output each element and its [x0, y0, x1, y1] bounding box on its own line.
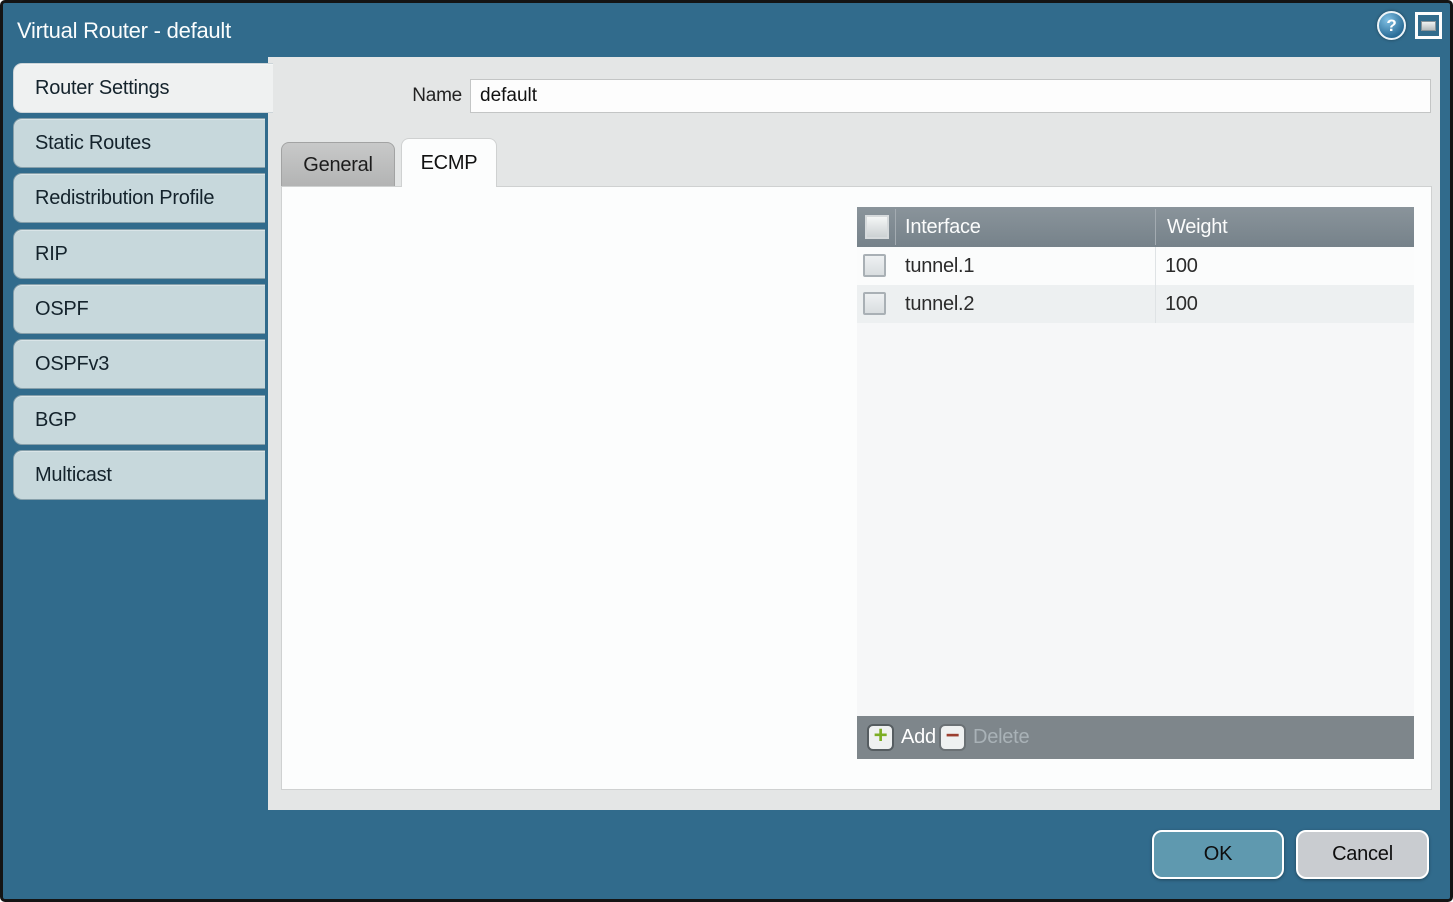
select-all-checkbox[interactable] [865, 215, 889, 239]
sidebar-item-static-routes[interactable]: Static Routes [13, 118, 265, 168]
name-label: Name [330, 79, 462, 113]
window-restore-icon[interactable] [1415, 12, 1442, 39]
cell-divider [1155, 285, 1156, 323]
header-divider [895, 209, 896, 245]
sidebar-item-redistribution-profile[interactable]: Redistribution Profile [13, 173, 265, 223]
table-row[interactable]: tunnel.1 100 [857, 247, 1414, 285]
help-icon[interactable] [1377, 11, 1406, 40]
sidebar-item-bgp[interactable]: BGP [13, 395, 265, 445]
cancel-button[interactable]: Cancel [1296, 830, 1429, 879]
cell-interface: tunnel.2 [905, 285, 974, 323]
interface-table: Interface Weight tunnel.1 100 tunnel.2 1… [857, 207, 1414, 759]
delete-button[interactable]: Delete [973, 716, 1029, 759]
tab-general[interactable]: General [281, 142, 395, 187]
cell-divider [1155, 247, 1156, 285]
title-bar: Virtual Router - default [3, 3, 1450, 58]
dialog-title: Virtual Router - default [17, 3, 231, 58]
table-empty-area [857, 323, 1414, 716]
header-divider [1155, 209, 1156, 245]
delete-icon[interactable] [939, 724, 966, 751]
cell-interface: tunnel.1 [905, 247, 974, 285]
tab-ecmp[interactable]: ECMP [401, 138, 497, 187]
table-footer: Add Delete [857, 716, 1414, 759]
name-input[interactable] [470, 79, 1431, 113]
row-checkbox[interactable] [863, 292, 886, 315]
row-checkbox[interactable] [863, 254, 886, 277]
ok-button[interactable]: OK [1152, 830, 1284, 879]
sidebar-item-multicast[interactable]: Multicast [13, 450, 265, 500]
sidebar-item-router-settings[interactable]: Router Settings [13, 63, 273, 113]
sidebar-item-ospfv3[interactable]: OSPFv3 [13, 339, 265, 389]
column-header-weight: Weight [1167, 207, 1227, 247]
sidebar-item-rip[interactable]: RIP [13, 229, 265, 279]
table-row[interactable]: tunnel.2 100 [857, 285, 1414, 323]
add-button[interactable]: Add [901, 716, 936, 759]
cell-weight: 100 [1165, 247, 1198, 285]
sidebar-item-ospf[interactable]: OSPF [13, 284, 265, 334]
virtual-router-dialog: Virtual Router - default Router Settings… [0, 0, 1453, 902]
window-pane-glyph [1421, 21, 1436, 31]
add-icon[interactable] [867, 724, 894, 751]
column-header-interface: Interface [905, 207, 981, 247]
table-header: Interface Weight [857, 207, 1414, 247]
cell-weight: 100 [1165, 285, 1198, 323]
